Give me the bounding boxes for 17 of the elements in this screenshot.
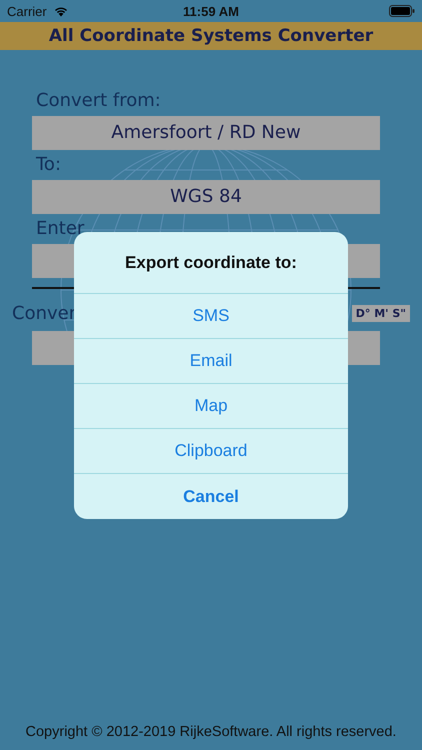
export-option[interactable]: Clipboard bbox=[74, 429, 348, 474]
carrier-label: Carrier bbox=[7, 4, 47, 18]
battery-icon bbox=[388, 5, 415, 17]
format-button[interactable]: D° M' S" bbox=[352, 305, 410, 322]
target-system-field[interactable]: WGS 84 bbox=[32, 180, 380, 214]
copyright-text: Copyright © 2012-2019 RijkeSoftware. All rights reserved. bbox=[24, 724, 398, 742]
wifi-icon bbox=[52, 5, 69, 17]
source-system-field[interactable]: Amersfoort / RD New bbox=[32, 116, 380, 150]
export-option[interactable]: Map bbox=[74, 384, 348, 429]
convert-from-label: Convert from: bbox=[35, 89, 162, 113]
export-option[interactable]: Email bbox=[74, 339, 348, 384]
export-option[interactable]: SMS bbox=[74, 294, 348, 339]
app-title: All Coordinate Systems Converter bbox=[48, 26, 374, 46]
clock-time: 11:59 AM bbox=[183, 4, 239, 18]
cancel-button[interactable]: Cancel bbox=[74, 474, 348, 519]
converted-label: Conver bbox=[12, 303, 76, 324]
to-label: To: bbox=[35, 153, 62, 177]
